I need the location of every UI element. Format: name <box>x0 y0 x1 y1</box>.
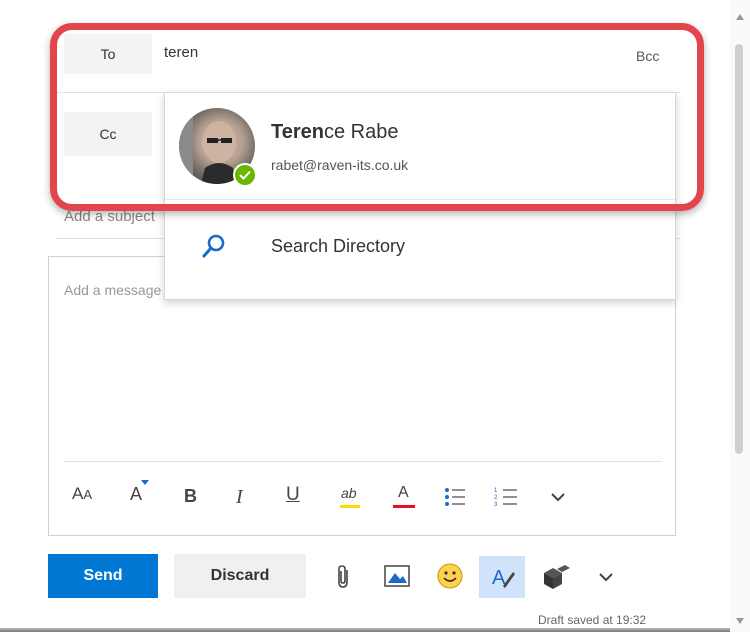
scrollbar[interactable] <box>730 0 750 632</box>
toolbar-divider <box>64 461 662 462</box>
send-label: Send <box>83 567 123 584</box>
grow-font-icon[interactable]: A <box>130 480 149 505</box>
search-icon <box>201 233 227 259</box>
add-in-icon[interactable] <box>541 563 571 591</box>
font-color-icon[interactable]: A <box>392 484 416 510</box>
numbering-icon[interactable]: 123 <box>494 486 518 508</box>
format-toolbar: AA A B I U ab A 123 <box>64 480 662 516</box>
message-placeholder: Add a message or drag a file here <box>64 282 174 298</box>
italic-icon[interactable]: I <box>236 486 243 509</box>
search-directory-item[interactable]: Search Directory <box>165 200 675 300</box>
highlight-outline <box>50 23 704 211</box>
underline-icon[interactable]: U <box>286 484 300 506</box>
emoji-icon[interactable] <box>437 563 463 589</box>
scroll-up-icon[interactable] <box>735 8 745 20</box>
more-format-chevron-icon[interactable] <box>550 490 566 502</box>
draft-status: Draft saved at 19:32 <box>538 613 647 627</box>
bullets-icon[interactable] <box>444 486 466 508</box>
svg-text:1: 1 <box>494 488 498 494</box>
svg-text:2: 2 <box>494 495 498 501</box>
svg-text:3: 3 <box>494 502 498 508</box>
highlight-icon[interactable]: ab <box>338 484 360 510</box>
message-placeholder-text: Add a message or drag a file here <box>64 282 174 298</box>
format-text-toggle[interactable]: A <box>479 556 525 598</box>
format-text-icon: A <box>491 564 515 590</box>
discard-label: Discard <box>210 567 270 584</box>
more-actions-chevron-icon[interactable] <box>598 570 614 582</box>
bottom-edge <box>0 628 730 632</box>
subject-input[interactable]: Add a subject <box>64 208 174 230</box>
search-directory-label: Search Directory <box>271 236 406 256</box>
send-button[interactable]: Send <box>48 554 158 598</box>
bold-icon[interactable]: B <box>184 486 197 507</box>
scroll-down-icon[interactable] <box>735 612 745 624</box>
scrollbar-thumb[interactable] <box>735 44 743 454</box>
font-size-icon[interactable]: AA <box>72 484 92 504</box>
discard-button[interactable]: Discard <box>174 554 306 598</box>
insert-picture-icon[interactable] <box>384 565 410 587</box>
attach-icon[interactable] <box>334 564 354 590</box>
